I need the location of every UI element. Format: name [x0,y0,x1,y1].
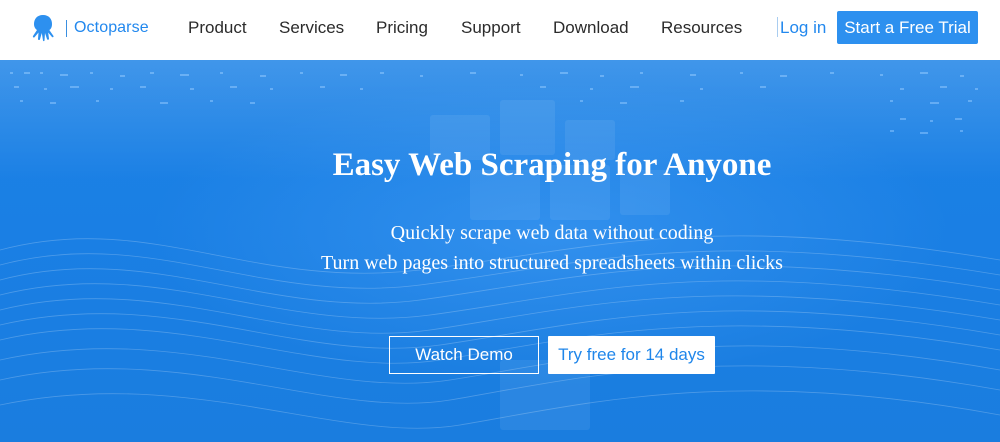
octopus-logo-icon [32,15,54,42]
login-divider [777,17,778,37]
logo-divider [66,19,67,37]
login-link[interactable]: Log in [780,18,826,38]
nav-download[interactable]: Download [553,18,629,38]
site-header: Octoparse Product Services Pricing Suppo… [0,0,1000,60]
hero-subtitle-line-2: Turn web pages into structured spreadshe… [321,252,783,274]
nav-pricing[interactable]: Pricing [376,18,428,38]
watch-demo-button[interactable]: Watch Demo [389,336,539,374]
hero-background [0,60,1000,442]
nav-product[interactable]: Product [188,18,247,38]
logo[interactable]: Octoparse [30,13,149,43]
hero-subtitle-line-1: Quickly scrape web data without coding [390,222,714,244]
try-free-button[interactable]: Try free for 14 days [548,336,715,374]
start-free-trial-button[interactable]: Start a Free Trial [837,11,978,44]
nav-support[interactable]: Support [461,18,521,38]
hero-title: Easy Web Scraping for Anyone [332,147,772,183]
logo-text: Octoparse [74,19,149,36]
nav-resources[interactable]: Resources [661,18,742,38]
nav-services[interactable]: Services [279,18,344,38]
hero-section: Easy Web Scraping for Anyone Quickly scr… [0,60,1000,442]
